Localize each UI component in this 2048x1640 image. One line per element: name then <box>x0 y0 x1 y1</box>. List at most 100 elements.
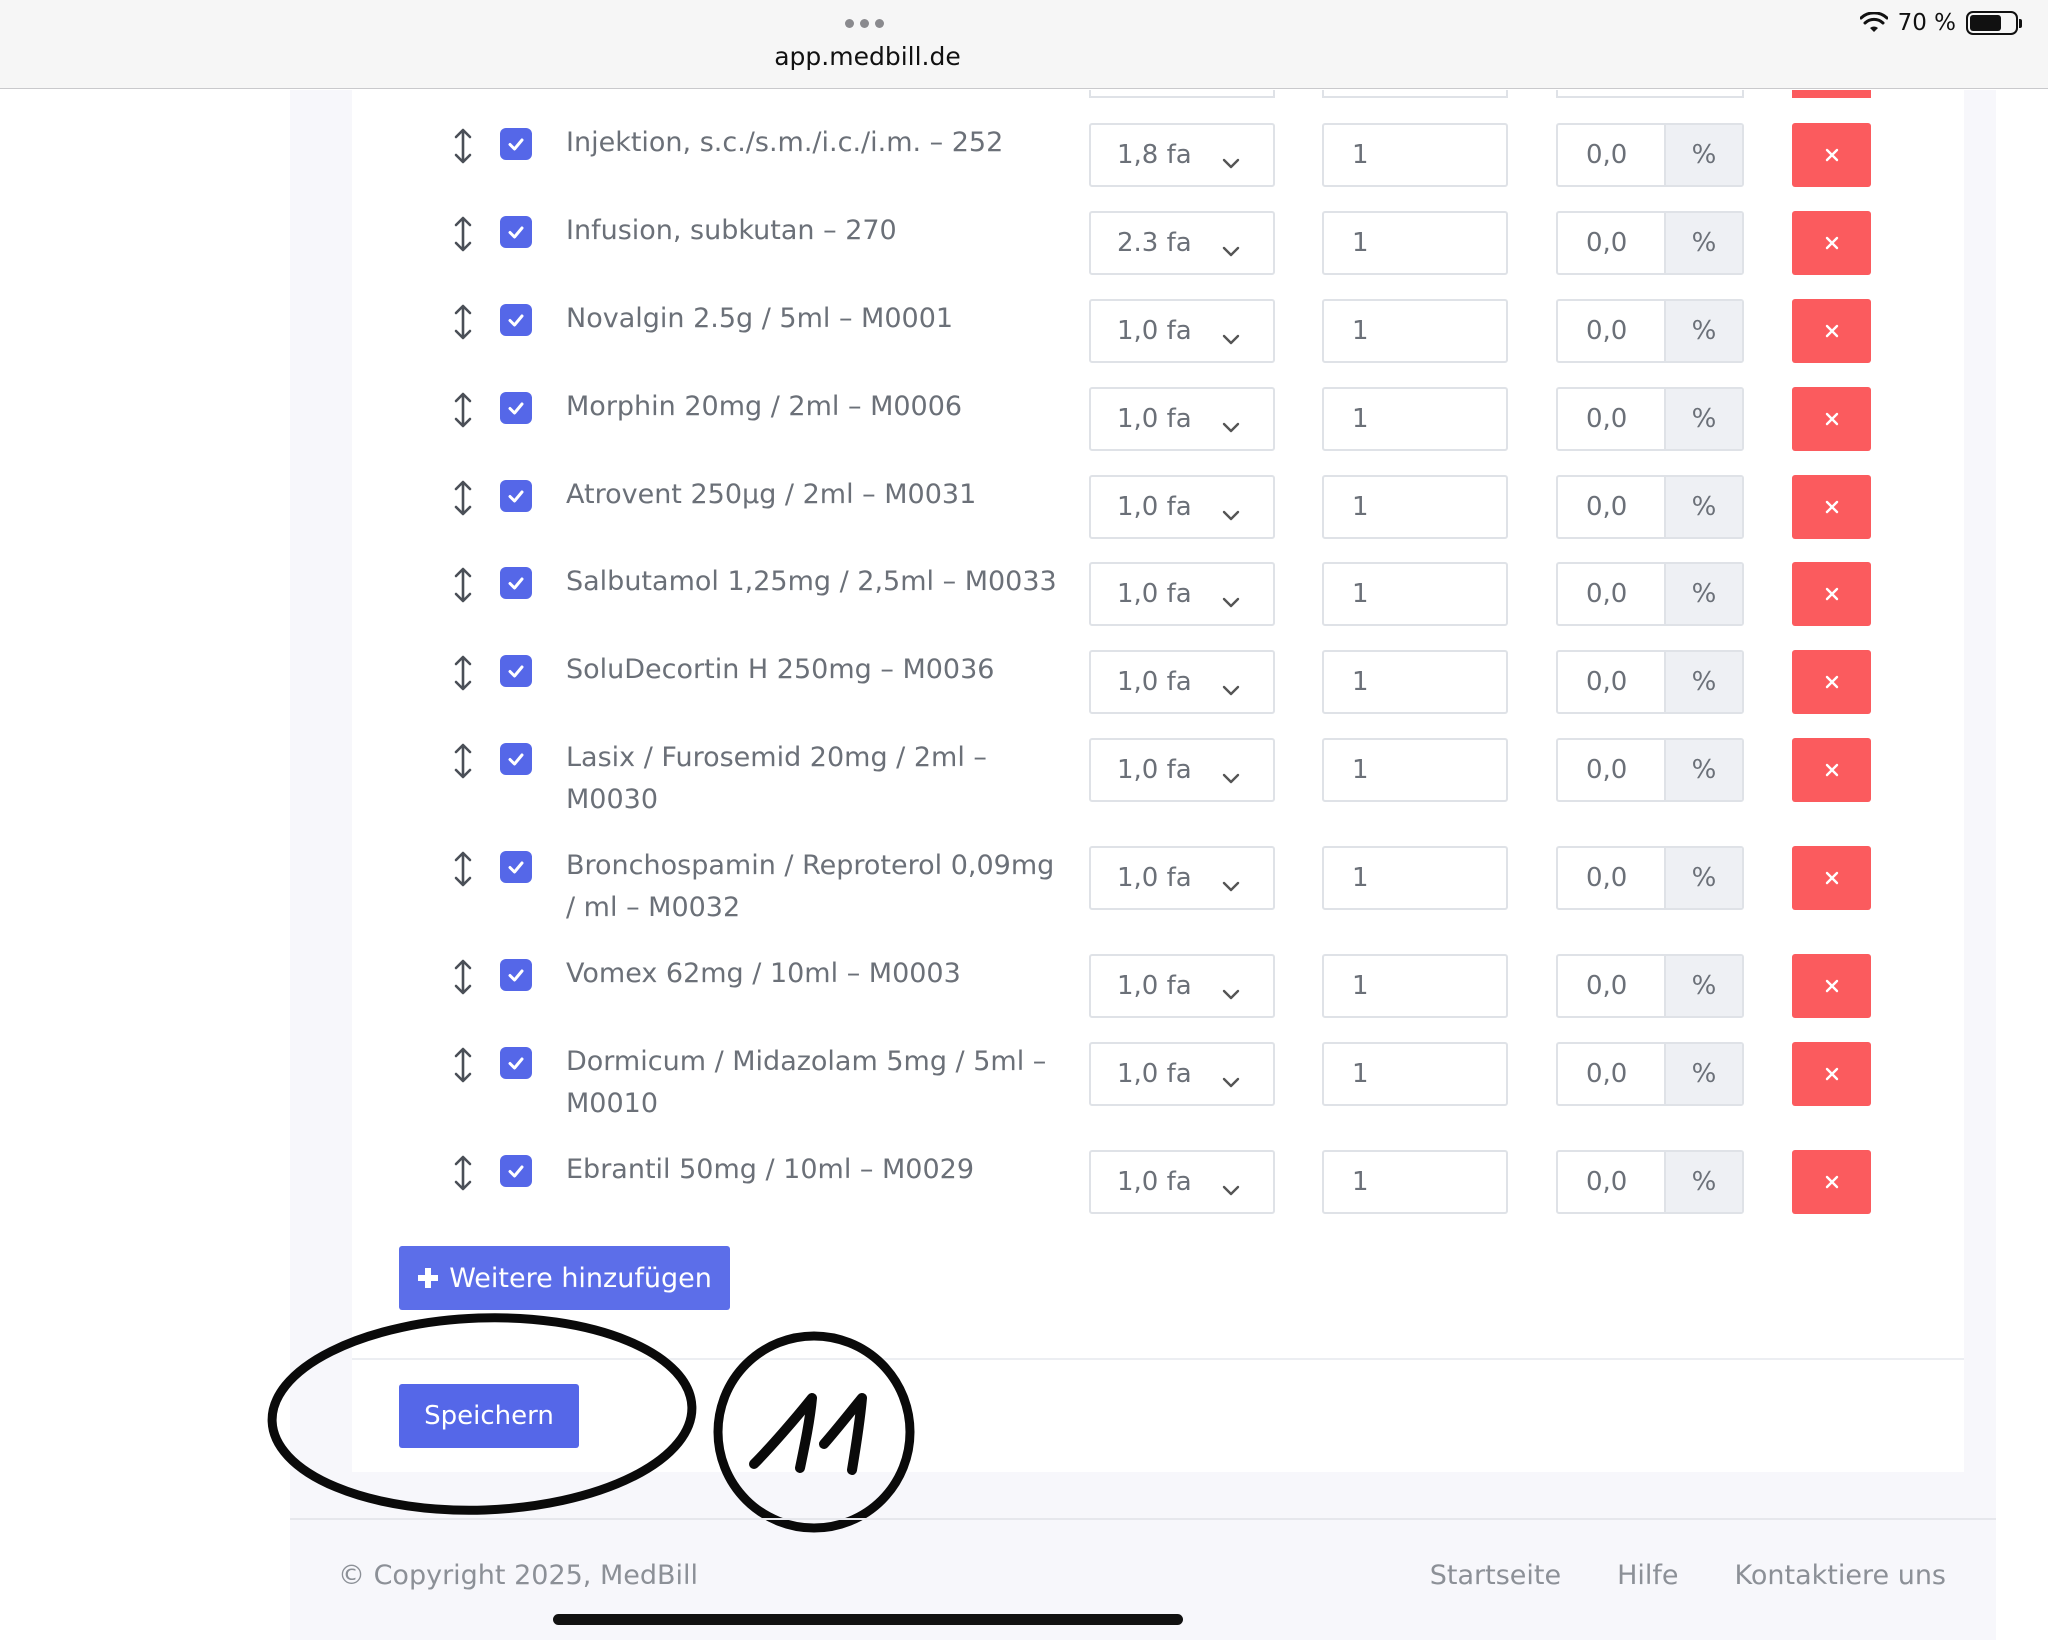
chevron-down-icon <box>1221 1066 1241 1088</box>
factor-select[interactable]: 1,0 fa <box>1089 846 1275 910</box>
drag-handle-icon[interactable] <box>452 851 474 887</box>
footer-link-hilfe[interactable]: Hilfe <box>1617 1560 1678 1591</box>
quantity-input[interactable]: 1 <box>1322 475 1508 539</box>
delete-row-button[interactable] <box>1792 846 1871 910</box>
footer-divider <box>290 1518 1996 1520</box>
add-more-button[interactable]: Weitere hinzufügen <box>399 1246 730 1310</box>
discount-input[interactable]: 0,0 <box>1558 389 1664 449</box>
row-checkbox[interactable] <box>500 1155 532 1187</box>
delete-row-button[interactable] <box>1792 562 1871 626</box>
home-indicator[interactable] <box>553 1614 1183 1625</box>
quantity-input[interactable]: 1 <box>1322 562 1508 626</box>
delete-row-button[interactable] <box>1792 299 1871 363</box>
drag-handle-icon[interactable] <box>452 743 474 779</box>
discount-input[interactable]: 0,0 <box>1558 740 1664 800</box>
delete-row-button[interactable] <box>1792 123 1871 187</box>
quantity-input[interactable]: 1 <box>1322 299 1508 363</box>
drag-handle-icon[interactable] <box>452 959 474 995</box>
delete-row-button[interactable] <box>1792 954 1871 1018</box>
factor-select[interactable]: 1,0 fa <box>1089 1150 1275 1214</box>
quantity-input[interactable]: 1 <box>1322 738 1508 802</box>
row-checkbox[interactable] <box>500 959 532 991</box>
discount-input[interactable]: 0,0 <box>1558 848 1664 908</box>
factor-select[interactable]: 1,0 fa <box>1089 562 1275 626</box>
drag-handle-icon[interactable] <box>452 1155 474 1191</box>
item-label: Novalgin 2.5g / 5ml – M0001 <box>566 303 954 334</box>
delete-row-button[interactable] <box>1792 387 1871 451</box>
delete-row-button[interactable] <box>1792 211 1871 275</box>
chevron-down-icon <box>1221 870 1241 892</box>
item-label: Atrovent 250µg / 2ml – M0031 <box>566 479 977 510</box>
factor-value: 1,0 fa <box>1117 667 1192 697</box>
drag-handle-icon[interactable] <box>452 655 474 691</box>
quantity-input[interactable]: 1 <box>1322 387 1508 451</box>
discount-input[interactable]: 0,0 <box>1558 652 1664 712</box>
factor-select[interactable]: 1,0 fa <box>1089 650 1275 714</box>
delete-row-button[interactable] <box>1792 650 1871 714</box>
discount-input[interactable]: 0,0 <box>1558 301 1664 361</box>
discount-input-group: 0,0% <box>1556 1150 1744 1214</box>
chevron-down-icon <box>1221 323 1241 345</box>
address-bar-url[interactable]: app.medbill.de <box>0 42 1735 71</box>
discount-input-group: 0,0% <box>1556 299 1744 363</box>
row-checkbox[interactable] <box>500 1047 532 1079</box>
factor-select[interactable]: 1,0 fa <box>1089 475 1275 539</box>
footer-link-kontakt[interactable]: Kontaktiere uns <box>1735 1560 1946 1591</box>
delete-row-button[interactable] <box>1792 475 1871 539</box>
delete-row-button[interactable] <box>1792 1042 1871 1106</box>
factor-select[interactable]: 1,0 fa <box>1089 954 1275 1018</box>
percent-addon: % <box>1664 740 1742 800</box>
quantity-input[interactable]: 1 <box>1322 954 1508 1018</box>
save-button[interactable]: Speichern <box>399 1384 579 1448</box>
factor-select[interactable]: 1,0 fa <box>1089 738 1275 802</box>
drag-handle-icon[interactable] <box>452 480 474 516</box>
factor-select[interactable]: 1,8 fa <box>1089 123 1275 187</box>
quantity-input[interactable]: 1 <box>1322 1042 1508 1106</box>
discount-input[interactable]: 0,0 <box>1558 564 1664 624</box>
row-checkbox[interactable] <box>500 743 532 775</box>
factor-select[interactable]: 1,0 fa <box>1089 1042 1275 1106</box>
drag-handle-icon[interactable] <box>452 1047 474 1083</box>
row-checkbox[interactable] <box>500 304 532 336</box>
close-icon <box>1825 871 1838 885</box>
drag-handle-icon[interactable] <box>452 392 474 428</box>
row-checkbox[interactable] <box>500 567 532 599</box>
quantity-input[interactable]: 1 <box>1322 650 1508 714</box>
factor-value: 1,0 fa <box>1117 1167 1192 1197</box>
quantity-input[interactable]: 1 <box>1322 211 1508 275</box>
drag-handle-icon[interactable] <box>452 216 474 252</box>
factor-select[interactable]: 2.3 fa <box>1089 211 1275 275</box>
factor-value: 1,0 fa <box>1117 579 1192 609</box>
row-checkbox[interactable] <box>500 851 532 883</box>
drag-handle-icon[interactable] <box>452 128 474 164</box>
factor-select[interactable]: 1,0 fa <box>1089 387 1275 451</box>
delete-row-button[interactable] <box>1792 738 1871 802</box>
percent-addon: % <box>1664 1044 1742 1104</box>
discount-input[interactable]: 0,0 <box>1558 213 1664 273</box>
discount-input[interactable]: 0,0 <box>1558 1152 1664 1212</box>
quantity-input[interactable]: 1 <box>1322 123 1508 187</box>
factor-select[interactable]: 1,0 fa <box>1089 299 1275 363</box>
row-checkbox[interactable] <box>500 392 532 424</box>
row-checkbox[interactable] <box>500 655 532 687</box>
discount-input[interactable]: 0,0 <box>1558 956 1664 1016</box>
quantity-input[interactable]: 1 <box>1322 1150 1508 1214</box>
copyright-text: © Copyright 2025, MedBill <box>338 1560 699 1591</box>
drag-handle-icon[interactable] <box>452 304 474 340</box>
tab-overview-dots[interactable] <box>845 19 884 28</box>
quantity-input[interactable]: 1 <box>1322 846 1508 910</box>
delete-row-button[interactable] <box>1792 1150 1871 1214</box>
row-checkbox[interactable] <box>500 216 532 248</box>
drag-handle-icon[interactable] <box>452 567 474 603</box>
discount-input[interactable]: 0,0 <box>1558 477 1664 537</box>
discount-input-group: 0,0% <box>1556 650 1744 714</box>
checkmark-icon <box>508 1165 524 1178</box>
footer-link-startseite[interactable]: Startseite <box>1430 1560 1561 1591</box>
chevron-down-icon <box>1221 586 1241 608</box>
discount-input[interactable]: 0,0 <box>1558 1044 1664 1104</box>
discount-input[interactable]: 0,0 <box>1558 125 1664 185</box>
row-checkbox[interactable] <box>500 480 532 512</box>
factor-value: 1,0 fa <box>1117 971 1192 1001</box>
row-checkbox[interactable] <box>500 128 532 160</box>
percent-addon: % <box>1664 848 1742 908</box>
